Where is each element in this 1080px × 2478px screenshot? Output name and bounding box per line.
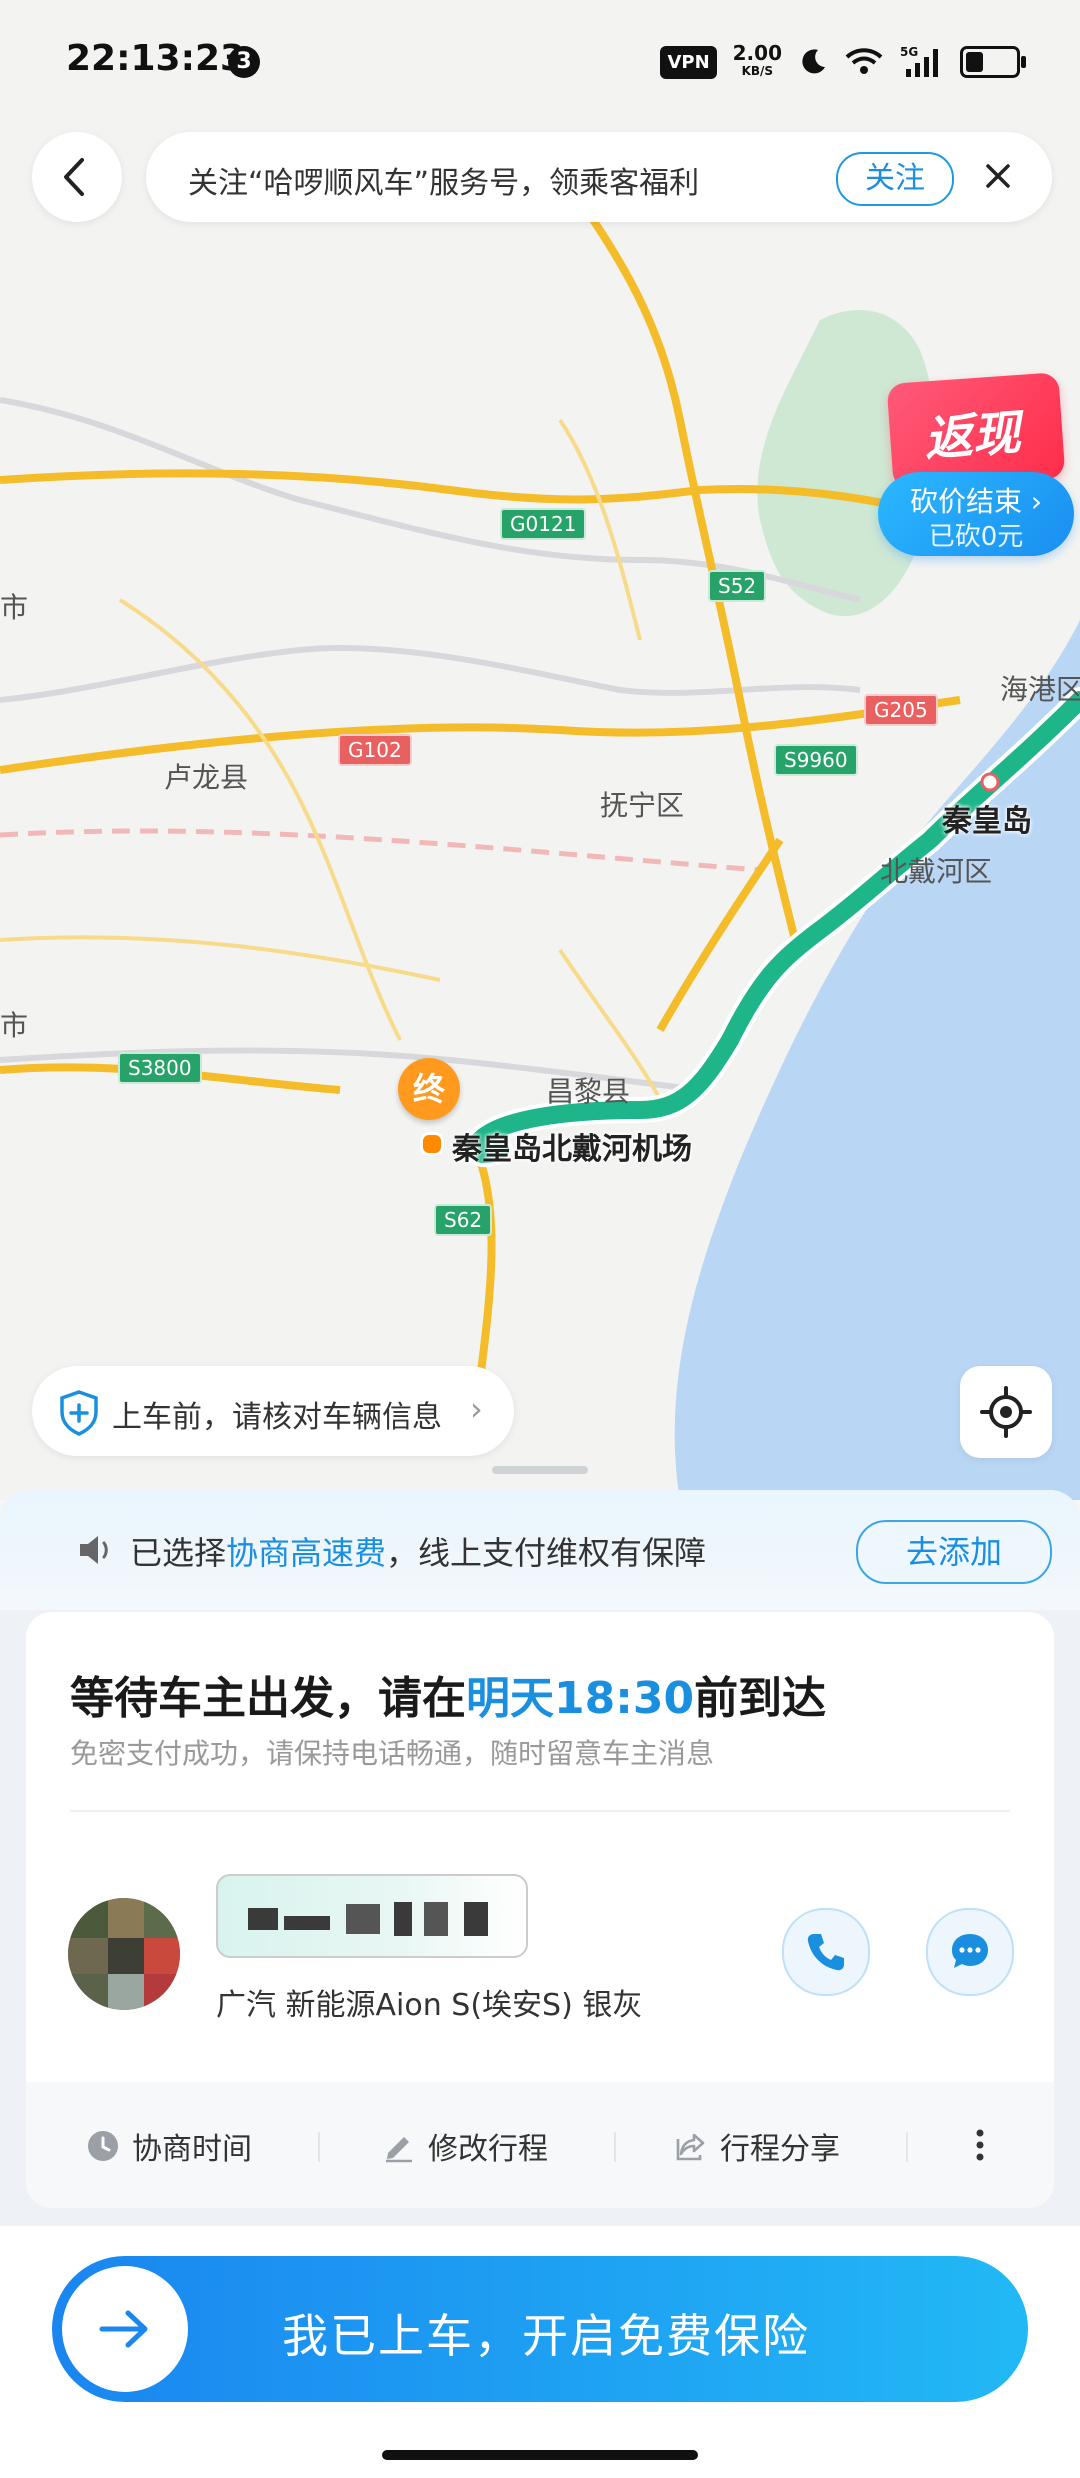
edit-trip-label: 修改行程 — [428, 2132, 548, 2167]
divider — [70, 1810, 1010, 1812]
edit-trip-button[interactable]: 修改行程 — [382, 2126, 548, 2167]
map-roads — [0, 197, 1080, 1500]
back-button[interactable] — [32, 132, 122, 222]
shield-plus-icon — [60, 1390, 98, 1436]
toll-highlight: 协商高速费 — [226, 1534, 387, 1572]
place-label-shi-1: 市 — [0, 591, 29, 624]
call-driver-button[interactable] — [782, 1908, 870, 1996]
share-trip-button[interactable]: 行程分享 — [674, 2126, 840, 2167]
place-label-qinhuangdao: 秦皇岛 — [942, 804, 1032, 839]
action-separator — [906, 2132, 908, 2162]
road-shield-g102: G102 — [338, 734, 412, 766]
moon-icon — [802, 49, 825, 74]
place-label-funing: 抚宁区 — [600, 789, 685, 822]
status-bar: 22:13:23 3 VPN 2.00 KB/S 5G — [0, 0, 1080, 120]
vpn-icon: VPN — [660, 45, 717, 79]
map[interactable]: 卢龙县 抚宁区 昌黎县 北戴河区 市 市 海港区 秦皇岛 秦皇岛北戴河机场 G0… — [0, 0, 1080, 1500]
road-shield-s62: S62 — [434, 1204, 493, 1236]
road-shield-g0121: G0121 — [500, 508, 587, 540]
road-shield-s3800: S3800 — [118, 1052, 202, 1084]
notification-count-badge: 3 — [228, 46, 260, 78]
pencil-icon — [386, 2137, 412, 2163]
message-driver-button[interactable] — [926, 1908, 1014, 1996]
negotiate-time-label: 协商时间 — [132, 2132, 252, 2167]
phone-icon — [807, 1934, 844, 1971]
clock-icon — [88, 2131, 118, 2161]
bargain-status: 砍价结束 › 已砍0元 — [878, 472, 1074, 556]
chevron-right-icon: › — [470, 1390, 483, 1428]
road-shield-s52: S52 — [708, 570, 767, 602]
wifi-icon — [845, 48, 883, 74]
cellular-signal-icon: 5G — [900, 45, 938, 77]
clock: 22:13:23 — [66, 38, 246, 79]
verify-vehicle-chip[interactable]: 上车前，请核对车辆信息 › — [32, 1366, 514, 1456]
place-label-beidaihe: 北戴河区 — [880, 855, 993, 888]
trip-status-title: 等待车主出发，请在明天18:30前到达 — [70, 1673, 827, 1724]
banner-text: 关注“哈啰顺风车”服务号，领乘客福利 — [188, 166, 700, 201]
bargain-status-title: 砍价结束 › — [909, 485, 1043, 518]
follow-button[interactable]: 关注 — [836, 152, 954, 206]
verify-vehicle-text: 上车前，请核对车辆信息 — [112, 1400, 442, 1435]
destination-dot — [420, 1132, 444, 1156]
trip-card: 等待车主出发，请在明天18:30前到达 免密支付成功，请保持电话畅通，随时留意车… — [26, 1612, 1054, 2208]
road-shield-s9960: S9960 — [774, 744, 858, 776]
add-toll-button[interactable]: 去添加 — [856, 1520, 1052, 1584]
net-speed: 2.00 KB/S — [733, 43, 782, 80]
car-model: 广汽 新能源Aion S(埃安S) 银灰 — [216, 1988, 643, 2023]
chevron-right-icon: › — [1030, 485, 1043, 518]
place-label-lulong: 卢龙县 — [164, 761, 249, 794]
chat-icon — [952, 1934, 988, 1968]
trip-status-subtitle: 免密支付成功，请保持电话畅通，随时留意车主消息 — [70, 1737, 715, 1770]
cashback-widget[interactable]: 返现 砍价结束 › 已砍0元 — [878, 372, 1074, 556]
license-plate-redacted — [216, 1874, 528, 1958]
destination-label: 秦皇岛北戴河机场 — [452, 1132, 692, 1167]
arrow-right-icon — [99, 2310, 148, 2348]
locate-button[interactable] — [960, 1366, 1052, 1458]
road-shield-g205: G205 — [864, 694, 938, 726]
close-icon[interactable] — [978, 154, 1018, 198]
crosshair-icon — [980, 1386, 1032, 1438]
place-label-changli: 昌黎县 — [546, 1075, 631, 1108]
cta-label: 我已上车，开启免费保险 — [282, 2309, 810, 2363]
negotiate-time-button[interactable]: 协商时间 — [86, 2126, 252, 2167]
chevron-left-icon — [64, 158, 84, 196]
toll-notice-text: 已选择协商高速费，线上支付维权有保障 — [130, 1534, 707, 1572]
more-vertical-icon[interactable] — [970, 2120, 990, 2170]
end-pin-icon[interactable]: 终 — [398, 1058, 460, 1120]
home-indicator[interactable] — [382, 2450, 698, 2460]
pickup-time: 明天18:30 — [466, 1673, 695, 1724]
place-label-haigang: 海港区 — [1000, 673, 1080, 706]
network-type: 5G — [900, 45, 918, 59]
toll-notice: 已选择协商高速费，线上支付维权有保障 去添加 — [0, 1490, 1080, 1610]
cashback-badge-label: 返现 — [922, 404, 1023, 468]
cta-area: 我已上车，开启免费保险 — [0, 2226, 1080, 2478]
battery-icon — [960, 46, 1026, 78]
speaker-icon — [80, 1536, 108, 1564]
share-icon — [676, 2133, 705, 2161]
place-label-shi-2: 市 — [0, 1009, 29, 1042]
share-trip-label: 行程分享 — [720, 2132, 840, 2167]
trip-actions: 协商时间 修改行程 行程分享 — [26, 2082, 1054, 2208]
driver-avatar[interactable] — [68, 1898, 180, 2010]
bargain-amount: 已砍0元 — [928, 522, 1024, 552]
sheet-drag-handle[interactable] — [492, 1466, 588, 1474]
action-separator — [614, 2132, 616, 2162]
action-separator — [318, 2132, 320, 2162]
boarded-start-insurance-button[interactable]: 我已上车，开启免费保险 — [52, 2256, 1028, 2402]
cta-arrow-circle — [62, 2266, 188, 2392]
follow-banner[interactable]: 关注“哈啰顺风车”服务号，领乘客福利 关注 — [146, 132, 1052, 222]
